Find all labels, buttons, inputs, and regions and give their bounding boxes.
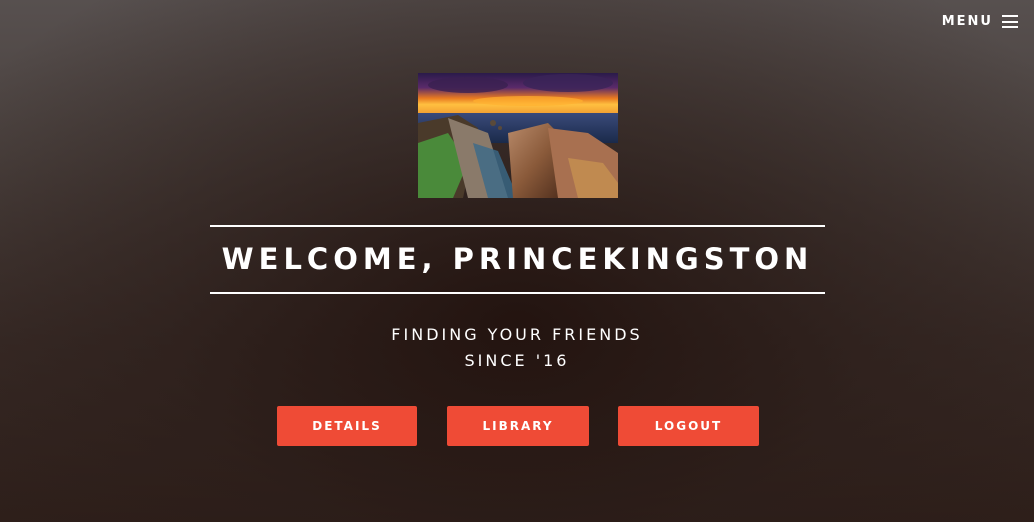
page-title: WELCOME, PRINCEKINGSTON [221,242,814,276]
coastal-sunset-image [418,73,618,198]
title-top-divider [210,225,825,227]
details-button[interactable]: DETAILS [277,406,417,446]
menu-toggle[interactable]: MENU [942,14,1018,29]
library-button[interactable]: LIBRARY [447,406,589,446]
tagline-line1: FINDING YOUR FRIENDS [391,325,643,344]
menu-label: MENU [941,14,993,29]
tagline-line2: SINCE '16 [464,351,570,370]
hamburger-icon [1002,15,1018,28]
title-bottom-divider [210,292,825,294]
logout-button[interactable]: LOGOUT [618,406,759,446]
